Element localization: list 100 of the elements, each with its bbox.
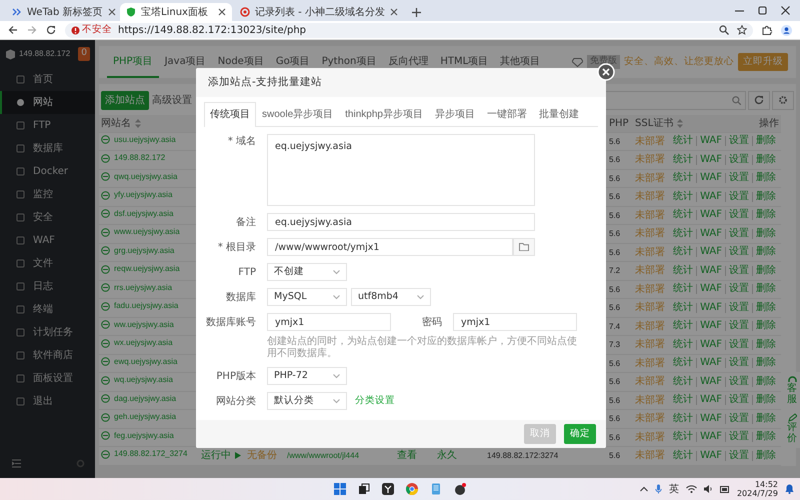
address-bar[interactable]: 不安全 https://149.88.82.172:13023/site/php (65, 22, 753, 38)
zoom-icon[interactable] (719, 25, 729, 35)
close-icon[interactable] (108, 8, 116, 16)
ssl-link[interactable]: 未部署 (635, 265, 665, 276)
ssl-link[interactable]: 未部署 (635, 413, 665, 424)
site-link[interactable]: usu.uejysjwy.asia (114, 134, 176, 146)
ssl-link[interactable]: 未部署 (635, 302, 665, 314)
sidebar-item[interactable]: 退出 (0, 390, 95, 413)
site-link[interactable]: ww.uejysjwy.asia (114, 318, 174, 330)
bell-icon[interactable] (785, 484, 794, 494)
action-link[interactable]: 删除 (752, 321, 779, 332)
site-link[interactable]: reqw.uejysjwy.asia (114, 263, 180, 275)
input-method-indicator[interactable]: 英 (668, 482, 679, 496)
ssl-link[interactable]: 未部署 (635, 246, 665, 258)
action-link[interactable]: 设置 (725, 321, 752, 332)
close-icon[interactable] (218, 8, 226, 16)
windows-icon[interactable] (334, 483, 346, 495)
action-link[interactable]: 设置 (725, 432, 752, 442)
app-icon[interactable] (454, 483, 466, 495)
sidebar-item[interactable]: 软件商店 (0, 344, 95, 367)
action-link[interactable]: WAF (696, 284, 725, 294)
site-link[interactable]: 149.88.82.172 (114, 152, 166, 164)
action-link[interactable]: 统计 (673, 432, 696, 442)
action-link[interactable]: WAF (696, 340, 725, 350)
text-field[interactable]: eq.uejysjwy.asia (267, 213, 535, 231)
confirm-button[interactable]: 确定 (564, 424, 596, 444)
action-link[interactable]: 设置 (725, 192, 752, 202)
action-link[interactable]: 统计 (673, 414, 696, 424)
action-link[interactable]: 删除 (752, 154, 779, 165)
puzzle-icon[interactable] (762, 25, 772, 35)
action-link[interactable]: 统计 (673, 192, 696, 202)
speaker-icon[interactable] (704, 485, 713, 493)
action-link[interactable]: 删除 (752, 376, 779, 387)
back-icon[interactable] (8, 25, 18, 35)
site-link[interactable]: www.uejysjwy.asia (114, 226, 180, 238)
clock[interactable]: 14:52 2024/7/29 (736, 480, 778, 498)
folder-button[interactable] (513, 238, 535, 256)
close-button[interactable] (597, 63, 615, 81)
site-link[interactable]: dsf.uejysjwy.asia (114, 208, 174, 220)
action-link[interactable]: 统计 (673, 210, 696, 220)
action-link[interactable]: 删除 (752, 192, 779, 202)
action-link[interactable]: 统计 (673, 450, 696, 461)
action-link[interactable]: 删除 (752, 247, 779, 258)
task-view-icon[interactable] (358, 483, 370, 495)
browser-tab[interactable]: WeTab 新标签页 (6, 3, 118, 21)
sidebar-item[interactable]: 安全 (0, 206, 95, 229)
restore-icon[interactable] (758, 6, 767, 15)
action-link[interactable]: WAF (696, 154, 725, 165)
select-field[interactable]: PHP-72 (267, 367, 347, 385)
action-link[interactable]: WAF (696, 247, 725, 258)
root-path-link[interactable]: /www/wwwroot/jl444 (287, 451, 360, 460)
action-link[interactable]: 设置 (725, 414, 752, 424)
close-icon[interactable] (781, 6, 790, 15)
sidebar-item[interactable]: 日志 (0, 275, 95, 298)
ssl-link[interactable]: 未部署 (635, 450, 665, 462)
ssl-link[interactable]: 未部署 (635, 228, 665, 240)
ssl-link[interactable]: 未部署 (635, 154, 665, 166)
action-link[interactable]: WAF (696, 228, 725, 239)
sidebar-item[interactable]: 数据库 (0, 137, 95, 160)
project-tab[interactable]: 其他项目 (494, 46, 546, 78)
action-link[interactable]: 删除 (752, 210, 779, 220)
action-link[interactable]: WAF (696, 358, 725, 368)
action-link[interactable]: 删除 (752, 340, 779, 350)
action-link[interactable]: 设置 (725, 284, 752, 294)
site-link[interactable]: geh.uejysjwy.asia (114, 411, 176, 423)
category-link[interactable]: 分类设置 (355, 394, 395, 408)
domain-field[interactable]: eq.uejysjwy.asia (267, 134, 535, 206)
action-link[interactable]: 设置 (725, 340, 752, 350)
action-link[interactable]: 设置 (725, 247, 752, 258)
site-link[interactable]: rrs.uejysjwy.asia (114, 282, 172, 294)
site-link[interactable]: wx.uejysjwy.asia (114, 337, 173, 349)
select-field[interactable]: 默认分类 (267, 392, 347, 410)
browser-tab[interactable]: 宝塔Linux面板 (120, 3, 232, 21)
site-link[interactable]: ewq.uejysjwy.asia (114, 356, 178, 368)
ssl-link[interactable]: 未部署 (635, 394, 665, 406)
project-tab[interactable]: PHP项目 (107, 46, 159, 78)
action-link[interactable]: WAF (696, 173, 725, 184)
profile-icon[interactable] (781, 24, 792, 36)
mic-icon[interactable] (654, 484, 662, 494)
ssl-link[interactable]: 未部署 (635, 376, 665, 388)
action-link[interactable]: WAF (696, 376, 725, 387)
action-link[interactable]: 统计 (673, 395, 696, 406)
refresh-button[interactable] (748, 90, 770, 110)
site-link[interactable]: yfy.uejysjwy.asia (114, 189, 172, 201)
ssl-link[interactable]: 未部署 (635, 432, 665, 443)
action-link[interactable]: 删除 (752, 266, 779, 276)
action-link[interactable]: 删除 (752, 432, 779, 442)
backup-link[interactable]: 无备份 (247, 450, 277, 462)
site-link[interactable]: fadu.uejysjwy.asia (114, 300, 178, 312)
password-field[interactable]: ymjx1 (453, 313, 577, 331)
site-link[interactable]: wq.uejysjwy.asia (114, 374, 173, 386)
reload-icon[interactable] (46, 25, 56, 35)
sidebar-item[interactable]: 终端 (0, 298, 95, 321)
action-link[interactable]: 删除 (752, 136, 779, 146)
collapse-icon[interactable] (12, 459, 21, 468)
project-tab[interactable]: HTML项目 (434, 46, 494, 78)
sidebar-item[interactable]: 网站 (0, 91, 95, 114)
close-icon[interactable] (390, 8, 398, 16)
action-link[interactable]: 统计 (673, 340, 696, 350)
action-link[interactable]: 统计 (673, 136, 696, 146)
